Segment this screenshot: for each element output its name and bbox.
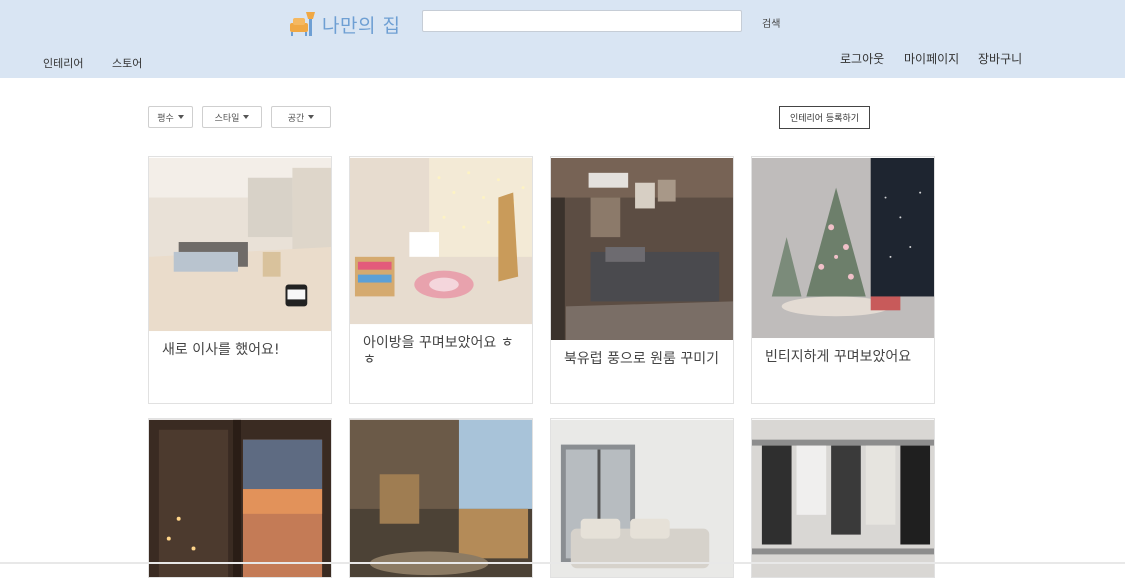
caret-down-icon xyxy=(243,115,250,119)
interior-card[interactable]: 북유럽 풍으로 원룸 꾸미기 xyxy=(550,156,734,404)
white-living-room-photo xyxy=(551,419,733,577)
interior-card[interactable] xyxy=(550,418,734,578)
nav-store[interactable]: 스토어 xyxy=(112,55,142,71)
card-title: 빈티지하게 꾸며보았어요 xyxy=(765,349,912,365)
card-title: 아이방을 꾸며보았어요 ㅎㅎ xyxy=(363,335,514,368)
logo-text: 나만의 집 xyxy=(322,14,401,37)
size-filter-label: 평수 xyxy=(157,113,174,124)
style-filter-label: 스타일 xyxy=(214,113,240,124)
closet-photo xyxy=(752,419,934,577)
style-filter-dropdown[interactable]: 스타일 xyxy=(202,106,262,128)
bedroom-photo xyxy=(149,157,331,332)
search-button[interactable]: 검색 xyxy=(762,15,780,30)
rattan-lounge-photo xyxy=(350,419,532,577)
balcony-sunset-photo xyxy=(149,419,331,577)
christmas-tree-photo xyxy=(752,157,934,339)
interior-card[interactable]: 새로 이사를 했어요! xyxy=(148,156,332,404)
site-logo[interactable]: 나만의 집 xyxy=(289,10,400,38)
chair-lamp-logo-icon xyxy=(290,12,315,36)
kids-room-photo xyxy=(350,157,532,325)
caret-down-icon xyxy=(308,115,315,119)
size-filter-dropdown[interactable]: 평수 xyxy=(148,106,193,128)
interior-card[interactable]: 아이방을 꾸며보았어요 ㅎㅎ xyxy=(349,156,533,404)
nordic-studio-photo xyxy=(551,158,733,340)
card-title: 새로 이사를 했어요! xyxy=(162,342,280,358)
search-input[interactable] xyxy=(422,10,742,32)
space-filter-dropdown[interactable]: 공간 xyxy=(271,106,331,128)
nav-cart[interactable]: 장바구니 xyxy=(978,50,1022,67)
interior-card[interactable] xyxy=(349,418,533,578)
register-interior-button[interactable]: 인테리어 등록하기 xyxy=(779,106,870,129)
top-header: 나만의 집 검색 인테리어 스토어 로그아웃 마이페이지 장바구니 xyxy=(0,0,1125,78)
interior-card[interactable] xyxy=(751,418,935,578)
card-title: 북유럽 풍으로 원룸 꾸미기 xyxy=(564,351,720,367)
nav-mypage[interactable]: 마이페이지 xyxy=(904,50,959,67)
nav-logout[interactable]: 로그아웃 xyxy=(840,50,884,67)
space-filter-label: 공간 xyxy=(287,113,305,124)
nav-interior[interactable]: 인테리어 xyxy=(43,55,83,71)
interior-card[interactable]: 빈티지하게 꾸며보았어요 xyxy=(751,156,935,404)
caret-down-icon xyxy=(177,115,184,119)
interior-card[interactable] xyxy=(148,418,332,578)
